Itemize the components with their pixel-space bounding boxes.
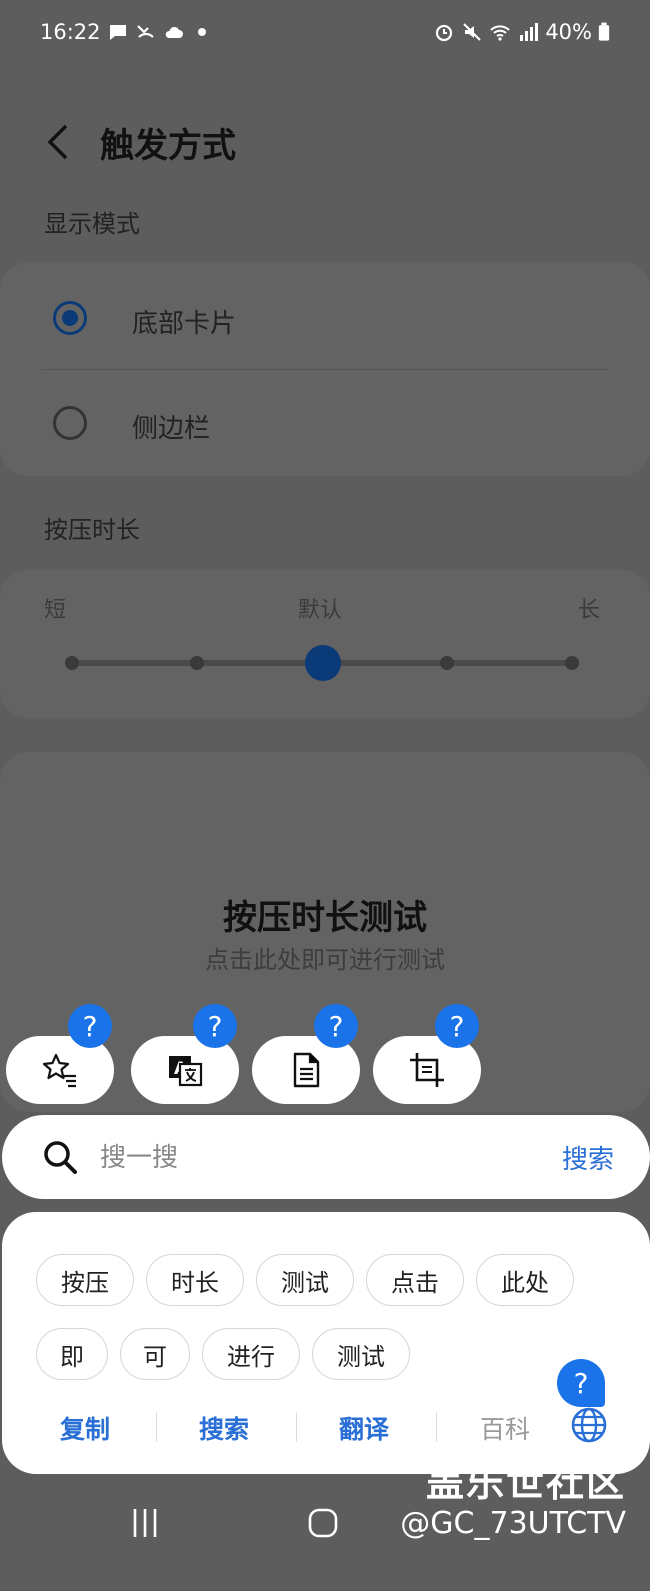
wifi-icon: [490, 25, 511, 41]
back-icon[interactable]: [40, 120, 80, 164]
divider: [436, 1412, 437, 1442]
search-button[interactable]: 搜索: [199, 1410, 249, 1446]
display-mode-label: 显示模式: [44, 210, 140, 238]
slider-min-label: 短: [44, 598, 67, 623]
copy-button[interactable]: 复制: [60, 1410, 110, 1446]
alarm-icon: [436, 24, 453, 42]
help-badge[interactable]: ?: [314, 1004, 358, 1048]
search-submit-button[interactable]: 搜索: [562, 1139, 614, 1176]
slider-step[interactable]: [65, 656, 79, 670]
battery-percent: 40%: [545, 20, 592, 44]
status-time: 16:22: [40, 20, 101, 44]
message-icon: [110, 25, 126, 40]
globe-icon[interactable]: [571, 1407, 607, 1443]
signal-icon: [520, 23, 539, 41]
cloud-icon: [165, 26, 183, 38]
divider: [156, 1412, 157, 1442]
radio-button-selected[interactable]: [53, 301, 87, 335]
test-subtitle: 点击此处即可进行测试: [205, 946, 445, 974]
mute-icon: [463, 23, 482, 41]
word-chip[interactable]: 测试: [312, 1328, 410, 1380]
slider-mid-label: 默认: [298, 598, 343, 623]
help-badge[interactable]: ?: [435, 1004, 479, 1048]
radio-option-bottom-card[interactable]: 底部卡片: [0, 265, 650, 371]
radio-button[interactable]: [53, 406, 87, 440]
word-chip[interactable]: 此处: [476, 1254, 574, 1306]
slider-step[interactable]: [565, 656, 579, 670]
slider-step[interactable]: [190, 656, 204, 670]
wiki-button[interactable]: 百科: [480, 1410, 530, 1446]
slider-max-label: 长: [578, 598, 601, 623]
press-duration-card: 短 默认 长: [0, 570, 650, 718]
radio-option-sidebar[interactable]: 侧边栏: [0, 370, 650, 476]
watermark-handle: @GC_73UTCTV: [400, 1506, 626, 1541]
home-icon[interactable]: [306, 1505, 340, 1541]
word-chip[interactable]: 即: [36, 1328, 108, 1380]
page-title: 触发方式: [100, 126, 236, 166]
recents-icon[interactable]: [130, 1505, 160, 1541]
radio-label: 侧边栏: [132, 414, 211, 444]
word-chip[interactable]: 按压: [36, 1254, 134, 1306]
word-chip[interactable]: 时长: [146, 1254, 244, 1306]
translate-icon: A: [169, 1056, 203, 1087]
star-list-icon: [42, 1053, 76, 1088]
radio-label: 底部卡片: [132, 309, 237, 339]
missed-call-icon: [137, 25, 154, 38]
divider: [296, 1412, 297, 1442]
document-icon: [293, 1052, 320, 1088]
search-bar: 搜索: [2, 1115, 650, 1199]
watermark-title: 盖乐世社区: [425, 1461, 626, 1505]
battery-icon: [598, 22, 610, 41]
test-title: 按压时长测试: [223, 898, 427, 938]
press-duration-label: 按压时长: [44, 516, 140, 544]
word-chip[interactable]: 可: [120, 1328, 190, 1380]
slider-step[interactable]: [440, 656, 454, 670]
help-badge[interactable]: ?: [193, 1004, 237, 1048]
help-badge[interactable]: ?: [557, 1359, 605, 1407]
dot-icon: [198, 28, 206, 36]
search-input[interactable]: [98, 1135, 502, 1181]
status-bar: 16:22 40%: [0, 0, 650, 70]
help-badge[interactable]: ?: [68, 1004, 112, 1048]
word-chip[interactable]: 测试: [256, 1254, 354, 1306]
display-mode-card: 底部卡片 侧边栏: [0, 262, 650, 476]
slider-thumb[interactable]: [305, 645, 341, 681]
word-chip[interactable]: 点击: [366, 1254, 464, 1306]
crop-icon: [410, 1053, 444, 1087]
translate-action-button[interactable]: 翻译: [339, 1410, 389, 1446]
word-chip[interactable]: 进行: [202, 1328, 300, 1380]
search-icon: [44, 1141, 77, 1174]
